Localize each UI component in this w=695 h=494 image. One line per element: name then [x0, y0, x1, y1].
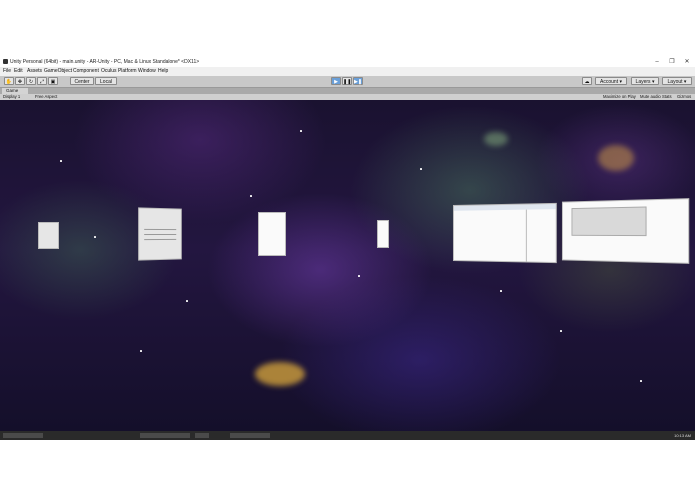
play-icon[interactable]: ▶ [331, 77, 341, 85]
star [300, 130, 302, 132]
star [140, 350, 142, 352]
star [420, 168, 422, 170]
close-button[interactable]: ✕ [680, 57, 694, 67]
unity-icon [3, 59, 8, 64]
menu-window[interactable]: Window [138, 67, 156, 76]
rect-tool-icon[interactable]: ▣ [48, 77, 58, 85]
floating-window[interactable] [561, 198, 690, 264]
floating-panel[interactable] [138, 207, 182, 261]
scale-tool-icon[interactable]: ⤢ [37, 77, 47, 85]
menu-file[interactable]: File [3, 67, 11, 76]
star [186, 300, 188, 302]
minimize-button[interactable]: – [650, 57, 664, 67]
taskbar-clock: 10:13 AM [674, 433, 691, 438]
layers-dropdown[interactable]: Layers ▾ [631, 77, 659, 85]
menu-gameobject[interactable]: GameObject [44, 67, 72, 76]
pivot-local-button[interactable]: Local [95, 77, 117, 85]
floating-panel[interactable] [38, 222, 59, 249]
menu-component[interactable]: Component [73, 67, 99, 76]
menu-edit[interactable]: Edit [14, 67, 23, 76]
floating-panel[interactable] [258, 212, 286, 256]
star [560, 330, 562, 332]
title-bar: Unity Personal (64bit) - main.unity - AR… [0, 57, 695, 67]
step-icon[interactable]: ▶❚ [353, 77, 363, 85]
move-tool-icon[interactable]: ✥ [15, 77, 25, 85]
window-title: Unity Personal (64bit) - main.unity - AR… [10, 59, 200, 65]
game-viewport[interactable] [0, 100, 695, 431]
maximize-button[interactable]: ❐ [665, 57, 679, 67]
menu-assets[interactable]: Assets [27, 67, 42, 76]
nebula-cloud [255, 362, 305, 386]
pivot-center-button[interactable]: Center [70, 77, 94, 85]
account-dropdown[interactable]: Account ▾ [595, 77, 627, 85]
star [358, 275, 360, 277]
hand-tool-icon[interactable]: ✋ [4, 77, 14, 85]
star [94, 236, 96, 238]
menu-oculus-platform[interactable]: Oculus Platform [101, 67, 137, 76]
layout-dropdown[interactable]: Layout ▾ [662, 77, 692, 85]
star [500, 290, 502, 292]
taskbar-item[interactable] [195, 433, 209, 438]
nebula-cloud [598, 145, 634, 171]
star [250, 195, 252, 197]
floating-panel[interactable] [377, 220, 389, 248]
main-toolbar: ✋ ✥ ↻ ⤢ ▣ Center Local ▶ ❚❚ ▶❚ ☁ Account… [0, 76, 695, 88]
star [640, 380, 642, 382]
menu-bar: File Edit Assets GameObject Component Oc… [0, 67, 695, 76]
taskbar-item[interactable] [3, 433, 43, 438]
taskbar-item[interactable] [230, 433, 270, 438]
menu-help[interactable]: Help [158, 67, 168, 76]
nebula-cloud [484, 132, 508, 146]
pause-icon[interactable]: ❚❚ [342, 77, 352, 85]
windows-taskbar: 10:13 AM [0, 431, 695, 440]
floating-window[interactable] [452, 202, 557, 264]
rotate-tool-icon[interactable]: ↻ [26, 77, 36, 85]
taskbar-item[interactable] [140, 433, 190, 438]
unity-editor-window: Unity Personal (64bit) - main.unity - AR… [0, 57, 695, 440]
star [60, 160, 62, 162]
cloud-icon[interactable]: ☁ [582, 77, 592, 85]
